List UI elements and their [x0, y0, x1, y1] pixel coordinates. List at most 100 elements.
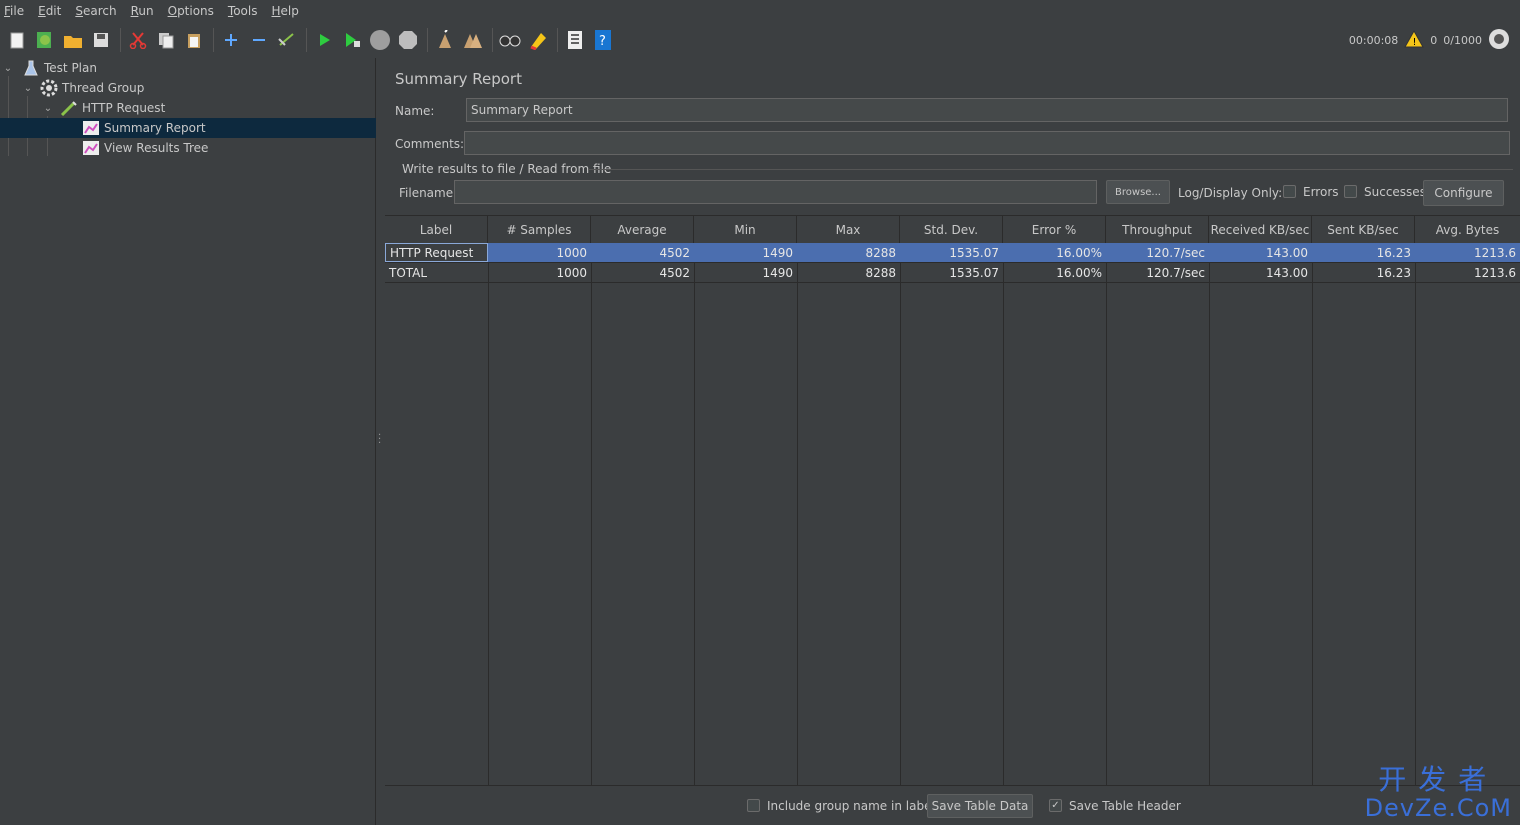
tree-item-test-plan[interactable]: ⌄ Test Plan	[0, 58, 376, 78]
table-cell[interactable]: 1213.6	[1415, 263, 1520, 282]
menu-edit[interactable]: Edit	[38, 4, 61, 18]
tree-item-view-results-tree[interactable]: View Results Tree	[0, 138, 376, 158]
column-header[interactable]: Received KB/sec	[1209, 216, 1312, 244]
column-header[interactable]: # Samples	[488, 216, 591, 244]
svg-text:?: ?	[599, 34, 606, 49]
start-no-pause-icon[interactable]	[341, 29, 363, 51]
cut-icon[interactable]	[127, 29, 149, 51]
configure-button[interactable]: Configure	[1423, 180, 1504, 206]
table-cell[interactable]: 143.00	[1209, 263, 1312, 282]
menu-help[interactable]: Help	[272, 4, 299, 18]
save-table-header-checkbox[interactable]: ✓	[1049, 799, 1062, 812]
new-icon[interactable]	[6, 29, 28, 51]
search-icon[interactable]	[499, 29, 521, 51]
table-cell[interactable]: 1490	[694, 243, 797, 262]
clear-all-icon[interactable]	[462, 29, 484, 51]
table-cell[interactable]: 8288	[797, 263, 900, 282]
table-cell[interactable]: 1000	[488, 243, 591, 262]
chevron-down-icon[interactable]: ⌄	[22, 83, 34, 94]
tree-item-http-request[interactable]: ⌄ HTTP Request	[0, 98, 376, 118]
test-plan-tree: ⌄ Test Plan ⌄ Thread Group ⌄ HTTP Reques…	[0, 58, 376, 825]
column-header[interactable]: Sent KB/sec	[1312, 216, 1415, 244]
column-divider	[900, 244, 901, 786]
table-cell[interactable]: 1535.07	[900, 243, 1003, 262]
filename-label: Filename	[399, 186, 454, 200]
tree-item-label: Test Plan	[44, 61, 97, 75]
table-row[interactable]: HTTP Request 1000 4502 1490 8288 1535.07…	[385, 243, 1520, 263]
tree-item-summary-report[interactable]: Summary Report	[0, 118, 376, 138]
column-divider	[1003, 244, 1004, 786]
column-header[interactable]: Average	[591, 216, 694, 244]
column-header[interactable]: Std. Dev.	[900, 216, 1003, 244]
status-area: 00:00:08 ! 0 0/1000	[1349, 28, 1516, 53]
shutdown-icon[interactable]	[397, 29, 419, 51]
successes-checkbox[interactable]	[1344, 185, 1357, 198]
templates-icon[interactable]	[34, 29, 56, 51]
table-cell[interactable]: 8288	[797, 243, 900, 262]
elapsed-time: 00:00:08	[1348, 34, 1399, 47]
tree-item-label: Summary Report	[104, 121, 206, 135]
column-header[interactable]: Throughput	[1106, 216, 1209, 244]
menu-run[interactable]: Run	[131, 4, 154, 18]
svg-text:!: !	[1413, 37, 1417, 48]
table-cell[interactable]: 4502	[591, 243, 694, 262]
save-table-data-button[interactable]: Save Table Data	[927, 794, 1033, 818]
column-header[interactable]: Label	[385, 216, 488, 244]
help-icon[interactable]: ?	[592, 29, 614, 51]
column-header[interactable]: Error %	[1003, 216, 1106, 244]
menu-file[interactable]: File	[4, 4, 24, 18]
column-header[interactable]: Max	[797, 216, 900, 244]
table-cell[interactable]: HTTP Request	[385, 243, 488, 262]
stop-icon[interactable]	[369, 29, 391, 51]
tree-item-thread-group[interactable]: ⌄ Thread Group	[0, 78, 376, 98]
table-cell[interactable]: 1000	[488, 263, 591, 282]
table-cell[interactable]: 120.7/sec	[1106, 243, 1209, 262]
function-helper-icon[interactable]	[564, 29, 586, 51]
table-cell[interactable]: 16.00%	[1003, 243, 1106, 262]
errors-checkbox[interactable]	[1283, 185, 1296, 198]
copy-icon[interactable]	[155, 29, 177, 51]
menu-tools[interactable]: Tools	[228, 4, 258, 18]
warning-count: 0	[1430, 34, 1438, 47]
remote-start-icon[interactable]	[1488, 28, 1510, 53]
collapse-icon[interactable]	[248, 29, 270, 51]
name-field[interactable]	[466, 98, 1508, 122]
chevron-down-icon[interactable]: ⌄	[2, 63, 14, 74]
toolbar-separator	[213, 28, 214, 52]
menu-options[interactable]: Options	[168, 4, 214, 18]
table-cell[interactable]: 1490	[694, 263, 797, 282]
table-cell[interactable]: 16.23	[1312, 243, 1415, 262]
splitter-grip-icon[interactable]: · · ·	[378, 431, 381, 449]
warning-icon[interactable]: !	[1404, 29, 1425, 51]
save-icon[interactable]	[90, 29, 112, 51]
table-row[interactable]: TOTAL 1000 4502 1490 8288 1535.07 16.00%…	[385, 263, 1520, 283]
table-cell[interactable]: 1535.07	[900, 263, 1003, 282]
divider	[588, 169, 1513, 170]
column-divider	[797, 244, 798, 786]
browse-button[interactable]: Browse...	[1106, 180, 1170, 204]
column-header[interactable]: Min	[694, 216, 797, 244]
chart-icon	[82, 120, 100, 136]
table-cell[interactable]: 16.23	[1312, 263, 1415, 282]
expand-icon[interactable]	[220, 29, 242, 51]
include-group-checkbox[interactable]	[747, 799, 760, 812]
toggle-icon[interactable]	[276, 29, 298, 51]
start-icon[interactable]	[313, 29, 335, 51]
open-icon[interactable]	[62, 29, 84, 51]
table-cell[interactable]: 120.7/sec	[1106, 263, 1209, 282]
column-header[interactable]: Avg. Bytes	[1415, 216, 1520, 244]
reset-search-icon[interactable]	[527, 29, 549, 51]
chevron-down-icon[interactable]: ⌄	[42, 103, 54, 114]
table-cell[interactable]: TOTAL	[385, 263, 488, 282]
table-cell[interactable]: 16.00%	[1003, 263, 1106, 282]
comments-field[interactable]	[464, 131, 1510, 155]
table-cell[interactable]: 143.00	[1209, 243, 1312, 262]
column-divider	[591, 244, 592, 786]
column-divider	[1415, 244, 1416, 786]
menu-search[interactable]: Search	[75, 4, 116, 18]
filename-field[interactable]	[454, 180, 1097, 204]
clear-icon[interactable]	[434, 29, 456, 51]
table-cell[interactable]: 4502	[591, 263, 694, 282]
paste-icon[interactable]	[183, 29, 205, 51]
table-cell[interactable]: 1213.6	[1415, 243, 1520, 262]
